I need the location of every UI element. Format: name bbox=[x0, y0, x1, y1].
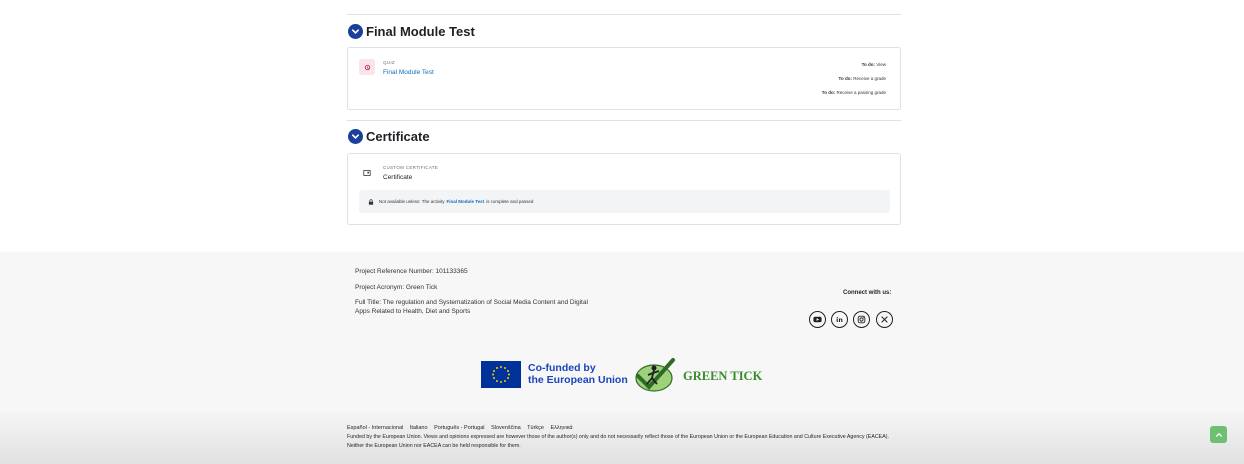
language-link[interactable]: Ελληνικά bbox=[551, 425, 573, 431]
todo-item: To do: Receive a grade bbox=[838, 76, 886, 81]
x-icon[interactable] bbox=[876, 311, 893, 328]
activity-card-quiz: QUIZ Final Module Test To do: View To do… bbox=[347, 47, 901, 110]
language-link[interactable]: Italiano bbox=[410, 425, 428, 431]
eu-cofunded-text: Co-funded by the European Union bbox=[528, 362, 628, 386]
language-link[interactable]: Português - Portugal bbox=[434, 425, 484, 431]
section-header-certificate: Certificate bbox=[347, 126, 901, 146]
section-divider bbox=[347, 14, 901, 15]
project-acronym: Project Acronym: Green Tick bbox=[355, 284, 438, 291]
activity-type-label: QUIZ bbox=[383, 60, 395, 65]
activity-link[interactable]: Certificate bbox=[383, 174, 412, 181]
restriction-text: is complete and passed bbox=[486, 199, 534, 204]
funding-disclaimer: Funded by the European Union. Views and … bbox=[347, 434, 889, 449]
language-link[interactable]: Español - Internacional bbox=[347, 425, 403, 431]
green-tick-logo bbox=[632, 356, 677, 394]
chevron-down-icon[interactable] bbox=[348, 23, 363, 39]
language-link[interactable]: Türkçe bbox=[527, 425, 544, 431]
language-link[interactable]: Slovenščina bbox=[491, 425, 521, 431]
project-reference: Project Reference Number: 101133365 bbox=[355, 268, 468, 275]
restriction-activity-link[interactable]: Final Module Test bbox=[446, 199, 484, 204]
restriction-text: Not available unless: The activity bbox=[379, 199, 445, 204]
project-full-title-cont: Apps Related to Health, Diet and Sports bbox=[355, 308, 471, 315]
lock-icon bbox=[368, 198, 374, 205]
section-divider bbox=[347, 120, 901, 121]
green-tick-logo-text: GREEN TICK bbox=[683, 369, 763, 383]
quiz-icon bbox=[359, 59, 375, 75]
svg-text:in: in bbox=[836, 317, 843, 324]
youtube-icon[interactable] bbox=[809, 311, 826, 328]
back-to-top-button[interactable] bbox=[1210, 426, 1227, 443]
activity-link[interactable]: Final Module Test bbox=[383, 69, 434, 76]
activity-card-certificate: CUSTOM CERTIFICATE Certificate Not avail… bbox=[347, 153, 901, 225]
todo-item: To do: Receive a passing grade bbox=[821, 90, 886, 95]
linkedin-icon[interactable]: in bbox=[831, 311, 848, 328]
activity-type-label: CUSTOM CERTIFICATE bbox=[383, 165, 439, 170]
section-title[interactable]: Certificate bbox=[366, 129, 430, 144]
language-menu: Español - Internacional Italiano Portugu… bbox=[347, 425, 578, 431]
page: Final Module Test QUIZ Final Module Test… bbox=[0, 0, 1244, 464]
section-header-final-module-test: Final Module Test bbox=[347, 21, 901, 41]
chevron-up-icon bbox=[1215, 432, 1222, 437]
todo-item: To do: View bbox=[861, 62, 886, 67]
connect-label: Connect with us: bbox=[843, 290, 892, 296]
section-title[interactable]: Final Module Test bbox=[366, 24, 475, 39]
certificate-icon bbox=[359, 165, 375, 181]
instagram-icon[interactable] bbox=[853, 311, 870, 328]
chevron-down-icon[interactable] bbox=[348, 128, 363, 144]
eu-flag-logo bbox=[481, 361, 521, 388]
restriction-notice: Not available unless: The activity Final… bbox=[359, 190, 890, 213]
project-full-title: Full Title: The regulation and Systemati… bbox=[355, 299, 588, 306]
